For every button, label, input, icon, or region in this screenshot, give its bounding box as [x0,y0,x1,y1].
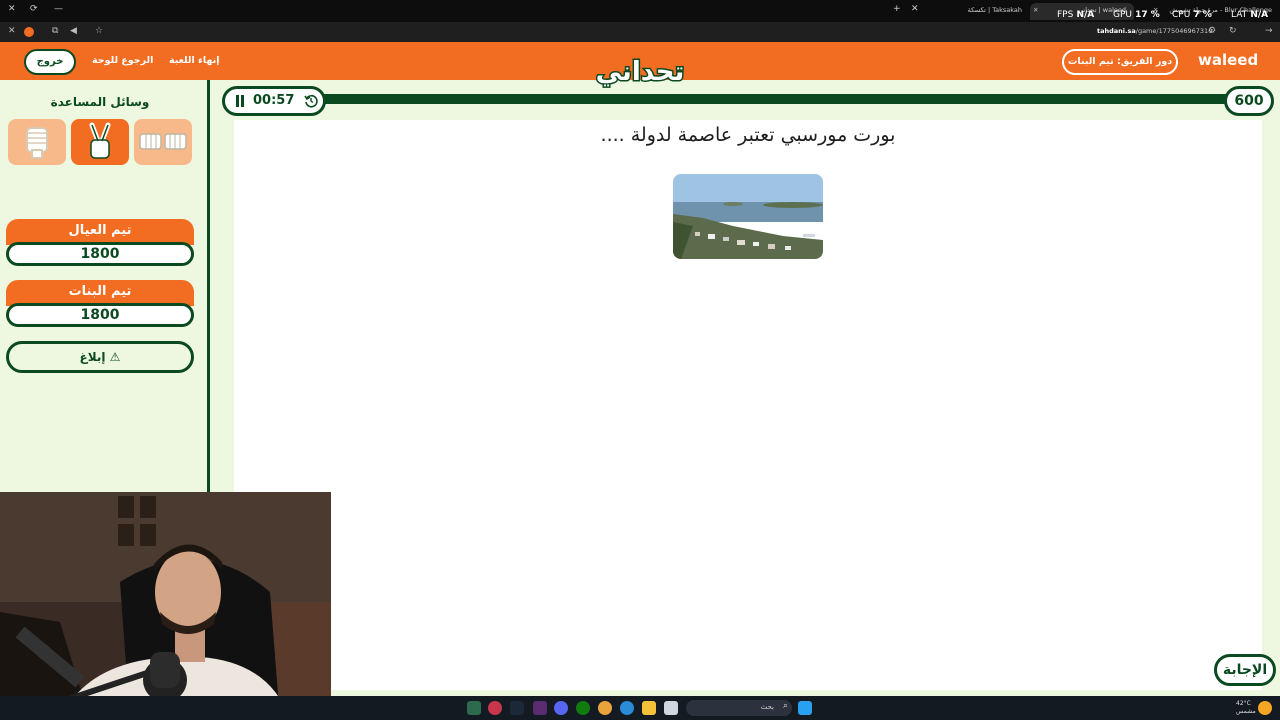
visual-studio-icon[interactable] [533,701,547,715]
timer: 00:57 [222,86,326,116]
close-icon[interactable]: ✕ [1033,3,1038,18]
aids-title: وسائل المساعدة [50,95,150,109]
edge-icon[interactable] [620,701,634,715]
forward-icon[interactable]: → [1265,26,1273,36]
team-score-girls: 1800 [6,303,194,327]
refresh-icon[interactable]: ⟳ [30,4,38,14]
close-window-icon[interactable]: ✕ [8,4,16,14]
discord-icon[interactable] [554,701,568,715]
app-icon[interactable] [488,701,502,715]
close-tab-icon[interactable]: ✕ [911,4,919,14]
pause-icon[interactable] [235,95,245,107]
taskbar-search[interactable]: بحث ⌕ [686,700,792,716]
browser-tab-bar: ✕ ⟳ — + ✕ Taksakah | تكسكة ✕ waleed | تحد… [0,0,1280,22]
extensions-icon[interactable]: ⧉ [52,26,58,36]
exit-button[interactable]: خروج [24,49,76,75]
tab-taksakah[interactable]: Taksakah | تكسكة [930,3,1030,20]
screen: ✕ ⟳ — + ✕ Taksakah | تكسكة ✕ waleed | تحد… [0,0,1280,720]
app-window-icon[interactable] [664,701,678,715]
question-text: بورت مورسبي تعتبر عاصمة لدولة .... [600,124,896,146]
weather-condition: مشمس [1236,708,1256,715]
reload-icon[interactable]: ↻ [1229,26,1237,36]
report-label: إبلاغ [79,350,106,364]
back-icon[interactable]: ✕ [8,26,16,36]
hud-cpu: CPU 7 % [1172,10,1212,20]
hud-fps: FPS N/A [1057,10,1095,20]
chrome-icon[interactable] [598,701,612,715]
player-name: waleed [1198,51,1259,69]
minimize-icon[interactable]: — [54,4,63,14]
site-favicon-icon [24,27,34,37]
start-icon[interactable] [798,701,812,715]
xbox-app-icon[interactable] [467,701,481,715]
new-tab-icon[interactable]: + [893,4,901,14]
end-game-link[interactable]: إنهاء اللعبة [169,55,220,66]
back-to-board-link[interactable]: الرجوع للوحة [92,55,153,66]
logo-text: تحداني [596,57,685,87]
star-icon[interactable]: ☆ [95,26,103,36]
game-header: خروج الرجوع للوحة إنهاء اللعبة تحداني دو… [0,42,1280,89]
browser-address-bar: ✕ ⧉ ◀ ☆ tahdani.sa/game/1775046967310 ⚙ … [0,22,1280,42]
report-button[interactable]: إبلاغ ⚠ [6,341,194,373]
tab-label: Taksakah | تكسكة [967,6,1022,14]
settings-icon[interactable]: ⚙ [1208,26,1216,36]
answer-button[interactable]: الإجابة [1214,654,1276,686]
team-score-boys: 1800 [6,242,194,266]
search-icon: ⌕ [782,701,788,711]
weather-temp: 42°C [1236,700,1251,707]
steam-icon[interactable] [510,701,524,715]
question-progress-bar [320,94,1230,104]
url-field[interactable]: tahdani.sa/game/1775046967310 [1097,27,1212,35]
os-taskbar: بحث ⌕ 42°C مشمس [0,696,1280,720]
weather-icon[interactable] [1258,701,1272,715]
search-placeholder: بحث [760,703,774,711]
fist-aid-icon[interactable] [8,119,66,165]
question-panel: بورت مورسبي تعتبر عاصمة لدولة .... [234,120,1262,690]
file-explorer-icon[interactable] [642,701,656,715]
tahdani-logo[interactable]: تحداني [588,46,692,92]
warning-icon: ⚠ [109,350,121,364]
team-turn-badge: دور الفريق: تيم البنات [1062,49,1178,75]
two-hands-aid-icon[interactable] [134,119,192,165]
question-points: 600 [1224,86,1274,116]
peace-sign-aid-icon[interactable] [71,119,129,165]
hud-gpu: GPU 17 % [1113,10,1160,20]
audio-icon[interactable]: ◀ [70,26,77,36]
question-image [673,174,823,259]
xbox-icon[interactable] [576,701,590,715]
timer-value: 00:57 [253,93,295,108]
reset-timer-icon[interactable] [304,94,318,108]
webcam-overlay [0,492,331,720]
hud-lat: LAT N/A [1231,10,1269,20]
